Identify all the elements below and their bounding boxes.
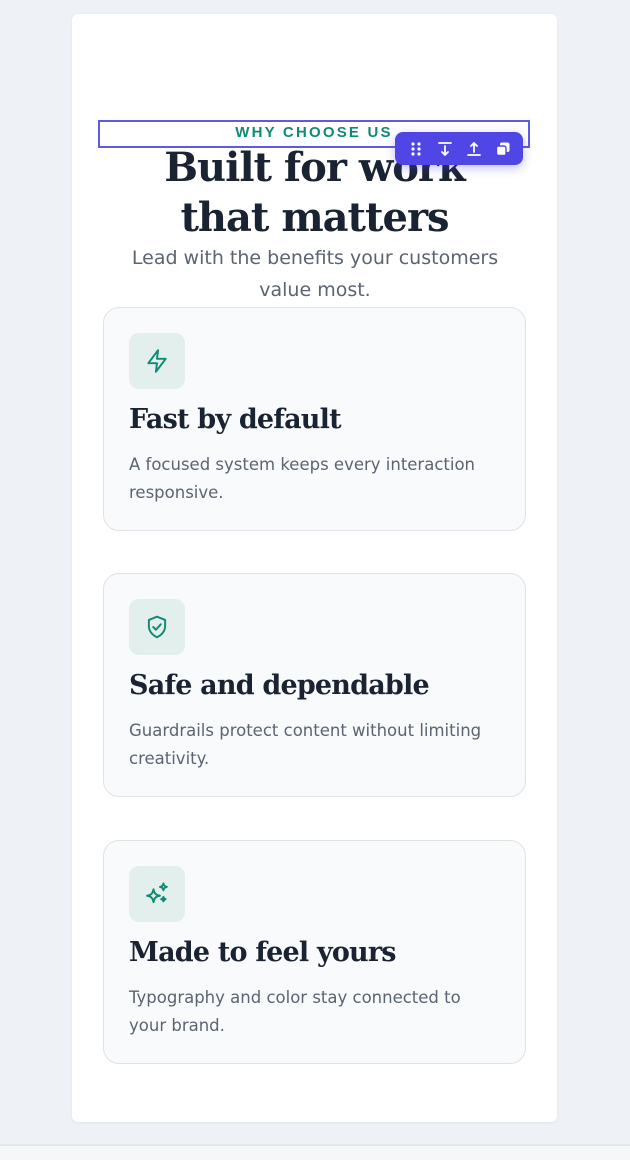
feature-description: Guardrails protect content without limit… — [129, 721, 482, 768]
move-up-icon — [466, 141, 481, 156]
feature-icon-tile — [129, 333, 185, 389]
feature-card-yours[interactable]: Made to feel yours Typography and color … — [103, 840, 526, 1064]
section-subtitle[interactable]: Lead with the benefits your customers va… — [110, 242, 520, 306]
feature-icon-tile — [129, 866, 185, 922]
duplicate-button[interactable] — [492, 138, 514, 160]
feature-card-safe[interactable]: Safe and dependable Guardrails protect c… — [103, 573, 526, 797]
feature-title: Made to feel yours — [129, 937, 397, 968]
drag-handle-button[interactable] — [405, 138, 427, 160]
feature-title: Fast by default — [129, 404, 342, 435]
move-up-button[interactable] — [463, 138, 485, 160]
block-toolbar — [395, 132, 523, 165]
feature-title: Safe and dependable — [129, 670, 430, 701]
move-down-icon — [437, 141, 452, 156]
sparkles-icon — [146, 882, 168, 904]
lightning-icon — [147, 349, 167, 373]
duplicate-icon — [495, 142, 509, 156]
drag-handle-icon — [410, 141, 421, 156]
feature-icon-tile — [129, 599, 185, 655]
move-down-button[interactable] — [434, 138, 456, 160]
bottom-divider — [0, 1144, 630, 1160]
feature-description: A focused system keeps every interaction… — [129, 455, 476, 502]
shield-check-icon — [147, 615, 167, 639]
feature-description: Typography and color stay connected to y… — [129, 988, 461, 1035]
feature-card-fast[interactable]: Fast by default A focused system keeps e… — [103, 307, 526, 531]
section-title-line2: that matters — [180, 194, 449, 241]
